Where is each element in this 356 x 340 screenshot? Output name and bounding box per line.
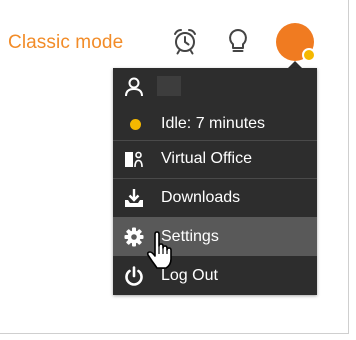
download-icon — [125, 189, 143, 207]
menu-item-label: Virtual Office — [161, 149, 253, 167]
user-avatar-button[interactable] — [276, 23, 316, 62]
user-dropdown-menu: Idle: 7 minutes Virtual Office Downloads — [113, 68, 317, 295]
user-name — [157, 76, 181, 96]
menu-item-virtual-office[interactable]: Virtual Office — [113, 140, 317, 177]
menu-item-label: Downloads — [161, 189, 241, 206]
power-icon — [125, 265, 143, 286]
classic-mode-link[interactable]: Classic mode — [8, 32, 123, 54]
avatar-status-badge — [302, 48, 316, 62]
menu-user-row — [113, 68, 317, 106]
idle-status-label: Idle: 7 minutes — [161, 115, 266, 132]
lightbulb-icon[interactable] — [224, 26, 252, 56]
menu-status-row[interactable]: Idle: 7 minutes — [113, 106, 317, 142]
gear-icon — [124, 227, 144, 246]
menu-item-log-out[interactable]: Log Out — [113, 256, 317, 295]
menu-item-downloads[interactable]: Downloads — [113, 179, 317, 217]
hand-pointer-cursor — [146, 231, 172, 269]
alarm-clock-icon[interactable] — [170, 26, 200, 56]
user-icon — [125, 77, 143, 97]
menu-item-settings[interactable]: Settings — [113, 217, 317, 256]
virtual-office-icon — [125, 151, 143, 167]
idle-status-dot — [130, 119, 141, 130]
